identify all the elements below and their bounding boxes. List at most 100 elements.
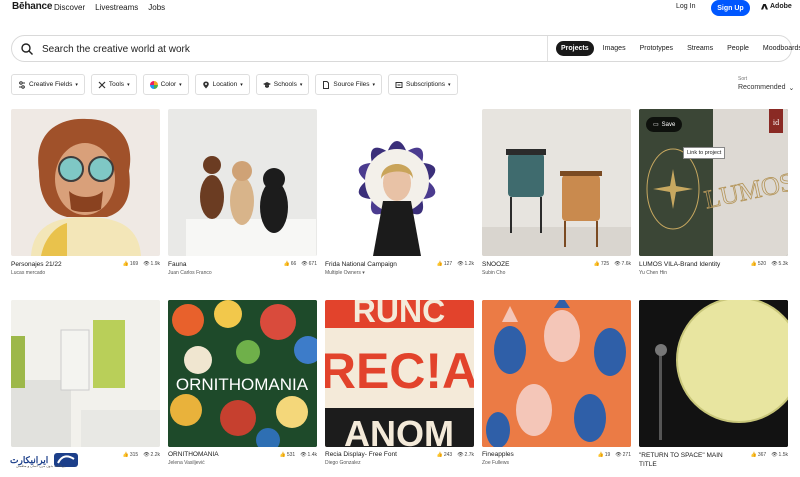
project-thumbnail[interactable]: RUNC REC!A ANOM	[325, 300, 474, 447]
project-thumbnail[interactable]	[482, 109, 631, 256]
filter-subscriptions[interactable]: Subscriptions ▾	[388, 74, 458, 95]
filter-tools[interactable]: Tools ▾	[90, 74, 137, 95]
eye-icon: 👁	[614, 261, 621, 267]
tools-icon	[98, 81, 106, 88]
project-thumbnail[interactable]	[11, 300, 160, 447]
project-card[interactable]: ORNITHOMANIA ORNITHOMANIA Jelena Vasilje…	[168, 300, 317, 466]
watermark-subtext: پرداخت بدون مرز، آسان و مطمئن	[16, 464, 66, 468]
project-title[interactable]: Fauna	[168, 261, 268, 268]
eye-icon: 👁	[771, 261, 778, 267]
filter-label: Subscriptions	[406, 81, 446, 88]
likes-value: 520	[757, 261, 767, 267]
project-title[interactable]: Fineapples	[482, 451, 582, 458]
adobe-link[interactable]: Adobe	[761, 3, 792, 10]
project-thumbnail[interactable]: ORNITHOMANIA	[168, 300, 317, 447]
save-button[interactable]: ▭ Save	[646, 117, 683, 132]
scope-tab-moodboards[interactable]: Moodboards	[758, 41, 800, 56]
likes-count: 👍 367	[751, 452, 767, 458]
project-card[interactable]: Fauna Juan Carlos Franco 👍 66 👁 671	[168, 109, 317, 276]
filter-label: Source Files	[333, 81, 370, 88]
save-label: Save	[661, 121, 676, 128]
project-owner[interactable]: Subin Cho	[482, 270, 505, 276]
project-thumbnail[interactable]	[11, 109, 160, 256]
login-link[interactable]: Log In	[676, 3, 695, 10]
nav-link-discover[interactable]: Discover	[54, 3, 85, 12]
project-owner[interactable]: Lucas mercado	[11, 270, 45, 276]
scope-tab-prototypes[interactable]: Prototypes	[635, 41, 678, 56]
project-stats: 👍 315 👁 2.2k	[123, 452, 160, 458]
signup-button[interactable]: Sign Up	[711, 0, 750, 16]
filter-schools[interactable]: Schools ▾	[255, 74, 310, 95]
eye-icon: 👁	[300, 452, 307, 458]
project-thumbnail[interactable]	[482, 300, 631, 447]
project-card[interactable]: Personajes 21/22 Lucas mercado 👍 169 👁 1.9…	[11, 109, 160, 276]
project-card[interactable]: "RETURN TO SPACE" MAIN TITLE 👍 367 👁 1.5k	[639, 300, 788, 468]
project-owner[interactable]: Zoe Fullews	[482, 460, 509, 466]
flower-portrait-artwork	[358, 141, 436, 256]
project-stats: 👍 520 👁 5.3k	[751, 261, 788, 267]
project-title[interactable]: Recia Display- Free Font	[325, 451, 425, 458]
eye-icon: 👁	[143, 452, 150, 458]
search-scope-tabs: Projects Images Prototypes Streams Peopl…	[556, 41, 800, 56]
filter-location[interactable]: Location ▾	[194, 74, 250, 95]
project-title[interactable]: "RETURN TO SPACE" MAIN TITLE	[639, 451, 739, 469]
scope-tab-people[interactable]: People	[722, 41, 754, 56]
eye-icon: 👁	[771, 452, 778, 458]
likes-value: 531	[286, 452, 296, 458]
iranicard-watermark: ایرانیکارت پرداخت بدون مرز، آسان و مطمئن	[8, 448, 100, 472]
project-title[interactable]: Personajes 21/22	[11, 261, 111, 268]
ornithomania-artwork: ORNITHOMANIA	[168, 300, 317, 447]
filter-color[interactable]: Color ▾	[142, 74, 189, 95]
bird-figures-artwork	[186, 156, 316, 256]
project-owner[interactable]: Diego Gonzalez	[325, 460, 361, 466]
nav-links: Discover Livestreams Jobs	[54, 3, 165, 12]
likes-value: 19	[604, 452, 611, 458]
nav-link-livestreams[interactable]: Livestreams	[95, 3, 138, 12]
thumbs-up-icon: 👍	[122, 452, 129, 458]
project-title[interactable]: LUMOS VILA-Brand Identity	[639, 261, 739, 268]
project-title[interactable]: SNOOZE	[482, 261, 582, 268]
project-card[interactable]: Frida National Campaign Multiple Owners …	[325, 109, 474, 276]
project-thumbnail[interactable]	[639, 300, 788, 447]
lumos-tag: id	[773, 118, 779, 127]
filter-source-files[interactable]: Source Files ▾	[315, 74, 383, 95]
nav-link-jobs[interactable]: Jobs	[148, 3, 165, 12]
chevron-down-icon: ▾	[299, 81, 303, 88]
likes-count: 👍 169	[123, 261, 139, 267]
scope-tab-projects[interactable]: Projects	[556, 41, 594, 56]
chevron-down-icon: ▾	[240, 81, 243, 88]
ornithomania-title-art: ORNITHOMANIA	[176, 375, 309, 394]
likes-count: 👍 243	[437, 452, 453, 458]
project-thumbnail[interactable]	[168, 109, 317, 256]
behance-logo[interactable]: Bēhance	[12, 1, 52, 12]
project-owner[interactable]: Juan Carlos Franco	[168, 270, 212, 276]
likes-count: 👍 66	[284, 261, 297, 267]
project-owner[interactable]: Multiple Owners ▾	[325, 270, 365, 276]
filter-creative-fields[interactable]: Creative Fields ▾	[11, 74, 85, 95]
views-count: 👁 5.3k	[771, 261, 788, 267]
project-title[interactable]: ORNITHOMANIA	[168, 451, 268, 458]
project-card[interactable]: RUNC REC!A ANOM Recia Display- Free Font…	[325, 300, 474, 466]
likes-count: 👍 127	[437, 261, 453, 267]
project-thumbnail[interactable]: id LUMOS ▭ Save Link to project	[639, 109, 788, 256]
project-card[interactable]: SNOOZE Subin Cho 👍 725 👁 7.6k	[482, 109, 631, 276]
scope-tab-images[interactable]: Images	[598, 41, 631, 56]
project-owner[interactable]: Yu Chen Hin	[639, 270, 667, 276]
scope-tab-streams[interactable]: Streams	[682, 41, 718, 56]
adobe-label: Adobe	[770, 3, 792, 10]
project-thumbnail[interactable]	[325, 109, 474, 256]
views-value: 5.3k	[778, 261, 788, 267]
eye-icon: 👁	[615, 452, 622, 458]
search-input[interactable]	[42, 41, 542, 57]
thumbs-up-icon: 👍	[597, 452, 604, 458]
project-card[interactable]: id LUMOS ▭ Save Link to project LUMOS VI…	[639, 109, 788, 276]
sort-dropdown[interactable]: Recommended ⌄	[738, 84, 794, 92]
project-card[interactable]: 👍 315 👁 2.2k	[11, 300, 160, 458]
project-owner[interactable]: Jelena Vasiljević	[168, 460, 205, 466]
views-count: 👁 1.4k	[300, 452, 317, 458]
color-wheel-icon	[149, 80, 158, 89]
project-title[interactable]: Frida National Campaign	[325, 261, 425, 268]
project-stats: 👍 127 👁 1.2k	[437, 261, 474, 267]
project-card[interactable]: Fineapples Zoe Fullews 👍 19 👁 271	[482, 300, 631, 466]
project-stats: 👍 531 👁 1.4k	[280, 452, 317, 458]
